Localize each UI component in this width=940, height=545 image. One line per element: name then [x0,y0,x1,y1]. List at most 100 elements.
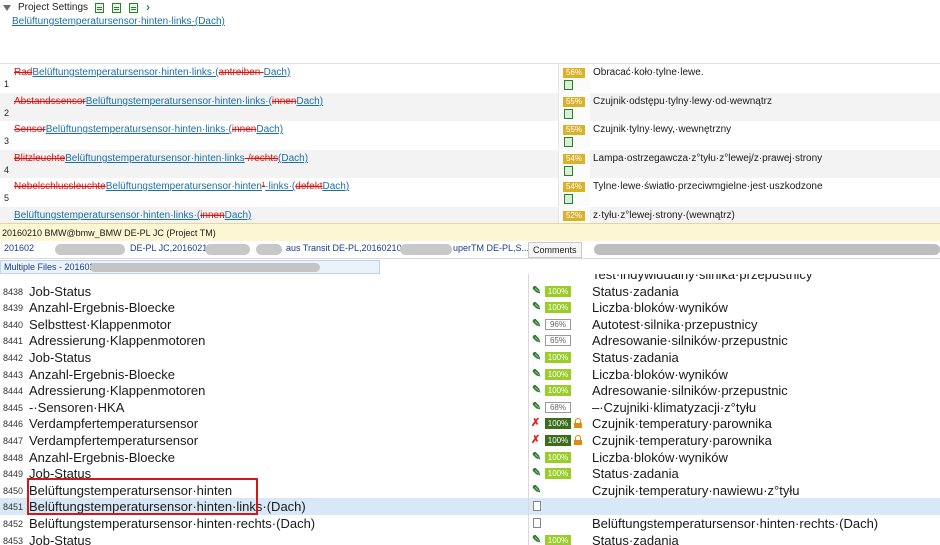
match-badge: 68% [545,401,571,413]
segment-row[interactable]: 8447 Verdampfertemperatursensor ✗ 100% Czujn… [0,432,940,449]
segment-row[interactable]: 8438 Job-Status ✎ 100% Status·zadania [0,282,940,300]
tm-match-row[interactable]: 2 AbstandssensorBelüftungstemperatursenso… [0,93,940,121]
tm-match-row[interactable]: 1 RadBelüftungstemperatursensor·hinten·li… [0,64,940,92]
inserted-text: (Dach) [278,153,309,164]
inserted-text: Dach) [322,181,350,192]
segment-target[interactable]: Liczba·bloków·wyników [592,366,938,383]
tab-project-3[interactable]: aus Transit DE-PL,20160210 [286,243,402,253]
segment-target[interactable]: Autotest·silnika·przepustnicy [592,316,938,333]
tm-document-icon [564,166,573,176]
match-badge: 100% [545,368,571,380]
current-source-segment: Belüftungstemperatursensor·hinten·links·… [12,16,225,27]
match-percentage: 55% [563,97,585,107]
document-grid-icon[interactable] [110,2,122,13]
segment-target[interactable]: Liczba·bloków·wyników [592,299,938,316]
tab-project-4[interactable]: uperTM DE-PL,S... [453,243,529,253]
empty-document-icon [533,501,541,512]
comments-tab[interactable]: Comments [528,242,582,258]
segment-source[interactable]: Verdampfertemperatursensor [29,415,526,432]
segment-number: 8444 [3,386,24,397]
segment-target[interactable]: Status·zadania [592,283,938,300]
segment-target[interactable]: Status·zadania [592,349,938,366]
segment-number: 8450 [3,485,24,496]
reject-x-icon: ✗ [531,434,541,446]
segment-number: 8449 [3,469,24,480]
segment-source[interactable]: Job-Status [29,349,526,366]
match-badge: 100% [545,385,571,397]
tm-document-icon [564,80,573,90]
match-badge: 100% [545,302,571,314]
segment-target[interactable]: Czujnik·temperatury·parownika [592,415,938,432]
pen-check-icon: ✎ [532,384,542,397]
segment-target[interactable]: Czujnik·temperatury·parownika [592,432,938,449]
match-source: AbstandssensorBelüftungstemperatursensor… [14,96,558,118]
segment-target[interactable]: Liczba·bloków·wyników [592,449,938,466]
match-badge: 100% [545,435,571,446]
segment-source[interactable]: Job-Status [29,283,526,300]
segment-row[interactable]: 8452 Belüftungstemperatursensor·hinten·re… [0,515,940,532]
deleted-text: ·/rechts [244,153,279,164]
segment-target[interactable]: Adresowanie·silników·przepustnic [592,382,938,399]
segment-source[interactable]: Anzahl-Ergebnis-Bloecke [29,299,526,316]
segment-number: 8452 [3,519,24,529]
segment-source[interactable]: Anzahl-Ergebnis-Bloecke [29,366,526,383]
tab-strip: 201602 DE-PL JC,20160210 aus Transit DE-… [0,241,940,259]
match-number: 5 [4,193,10,203]
segment-source[interactable]: -·Sensoren·HKA [29,399,526,416]
tab-project-2[interactable]: DE-PL JC,20160210 [130,243,212,253]
segment-target[interactable]: Status·zadania [592,532,938,545]
segment-target[interactable]: Belüftungstemperatursensor·hinten·rechts… [592,515,938,532]
segment-source[interactable]: Verdampfertemperatursensor [29,432,526,449]
segment-source[interactable]: Adressierung·Klappenmotoren [29,332,526,349]
segment-row[interactable]: 8453 Job-Status ✎ 100% Status·zadania [0,531,940,545]
segment-row[interactable]: 8440 Selbsttest·Klappenmotor ✎ 96% Autotest·… [0,315,940,333]
tm-document-icon [564,109,573,119]
pen-check-icon: ✎ [532,483,542,496]
pin-icon[interactable] [3,4,11,11]
segment-source[interactable]: Belüftungstemperatursensor·hinten·rechts… [29,515,526,532]
match-number: 3 [4,136,10,146]
segment-row[interactable]: 8441 Adressierung·Klappenmotoren ✎ 65% Adres… [0,332,940,350]
segment-row[interactable]: 8443 Anzahl-Ergebnis-Bloecke ✎ 100% Liczba·b… [0,365,940,383]
tm-match-row[interactable]: 3 SensorBelüftungstemperatursensor·hinten… [0,121,940,149]
match-badge: 100% [545,285,571,297]
arrow-right-icon[interactable]: › [146,1,150,13]
match-target: Czujnik·tylny·lewy,·wewnętrzny [593,124,732,135]
tm-match-row[interactable]: 6Belüftungstemperatursensor·hinten·links… [0,207,940,223]
pen-check-icon: ✎ [532,367,542,380]
segment-source[interactable]: Job-Status [29,532,526,545]
segment-row[interactable]: 8445 -·Sensoren·HKA ✎ 68% –·Czujniki·klimaty… [0,398,940,416]
toolbar: Project Settings › [0,0,940,15]
segment-source[interactable]: Anzahl-Ergebnis-Bloecke [29,449,526,466]
document-add-icon[interactable] [93,2,105,13]
segment-target[interactable]: Status·zadania [592,465,938,482]
segment-source[interactable]: Selbsttest·Klappenmotor [29,316,526,333]
tm-match-row[interactable]: 5 NebelschlussleuchteBelüftungstemperatur… [0,178,940,206]
segment-row[interactable]: 8442 Job-Status ✎ 100% Status·zadania [0,349,940,366]
match-number: 1 [4,79,10,89]
match-percentage: 55% [563,125,585,135]
segment-target[interactable]: –·Czujniki·klimatyzacji·z°tyłu [592,399,938,416]
lock-icon [574,418,582,429]
segment-source[interactable]: Adressierung·Klappenmotoren [29,382,526,399]
segment-row[interactable]: 8444 Adressierung·Klappenmotoren ✎ 100% Adre… [0,382,940,400]
document-list-icon[interactable] [127,2,139,13]
match-badge: 100% [545,451,571,463]
tm-document-icon [564,137,573,147]
inserted-text: Belüftungstemperatursensor·hinten·links·… [85,96,272,107]
segment-number: 8443 [3,369,24,380]
inserted-text: Belüftungstemperatursensor·hinten [105,181,262,192]
match-source: NebelschlussleuchteBelüftungstemperaturs… [14,181,558,203]
segment-number: 8440 [3,319,24,330]
segment-target[interactable]: Czujnik·temperatury·nawiewu·z°tyłu [592,482,938,499]
segment-row[interactable]: 8448 Anzahl-Ergebnis-Bloecke ✎ 100% Liczba·b… [0,448,940,466]
tab-project-1[interactable]: 201602 [4,243,34,253]
redaction-blot [205,244,250,255]
segment-row[interactable]: 8439 Anzahl-Ergebnis-Bloecke ✎ 100% Liczba·b… [0,299,940,317]
match-source: Belüftungstemperatursensor·hinten·links·… [14,210,558,223]
segment-row[interactable]: 8446 Verdampfertemperatursensor ✗ 100% Czujn… [0,415,940,433]
segment-target[interactable]: Adresowanie·silników·przepustnic [592,332,938,349]
project-settings-title[interactable]: Project Settings [18,2,88,13]
tm-match-row[interactable]: 4 BlitzleuchteBelüftungstemperatursensor·… [0,150,940,178]
match-source: SensorBelüftungstemperatursensor·hinten·… [14,124,558,146]
